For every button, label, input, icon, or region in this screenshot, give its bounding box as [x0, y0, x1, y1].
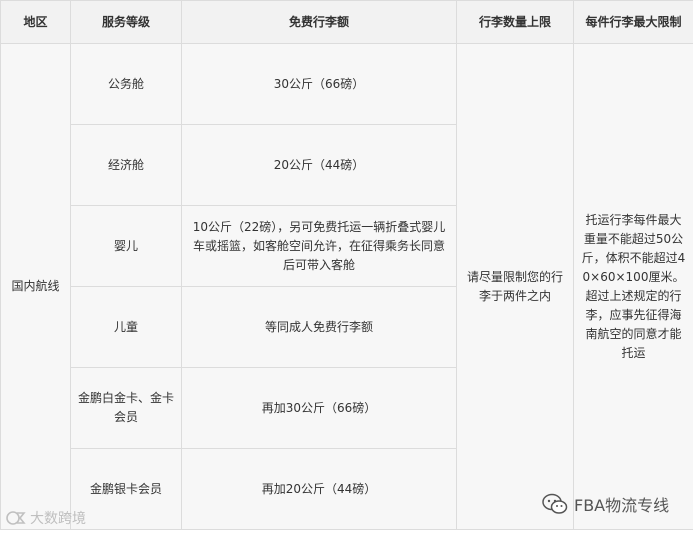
header-max-limit: 每件行李最大限制 — [573, 0, 693, 44]
baggage-allowance-table: 地区 服务等级 免费行李额 行李数量上限 每件行李最大限制 国内航线 公务舱 3… — [0, 0, 693, 530]
watermark-left: 大数跨境 — [6, 508, 86, 528]
service-level-cell: 公务舱 — [70, 43, 182, 125]
service-level-cell: 经济舱 — [70, 124, 182, 206]
header-quantity-limit: 行李数量上限 — [456, 0, 574, 44]
region-cell: 国内航线 — [0, 43, 71, 530]
service-level-cell: 金鹏银卡会员 — [70, 448, 182, 530]
allowance-cell: 等同成人免费行李额 — [181, 286, 457, 368]
allowance-cell: 再加30公斤（66磅） — [181, 367, 457, 449]
service-level-cell: 婴儿 — [70, 205, 182, 287]
max-limit-cell: 托运行李每件最大重量不能超过50公斤，体积不能超过40×60×100厘米。超过上… — [573, 43, 693, 530]
quantity-limit-cell: 请尽量限制您的行李于两件之内 — [456, 43, 574, 530]
header-free-allowance: 免费行李额 — [181, 0, 457, 44]
allowance-cell: 20公斤（44磅） — [181, 124, 457, 206]
service-level-cell: 儿童 — [70, 286, 182, 368]
watermark-left-text: 大数跨境 — [30, 511, 86, 527]
table-header-row: 地区 服务等级 免费行李额 行李数量上限 每件行李最大限制 — [0, 0, 693, 44]
allowance-cell: 30公斤（66磅） — [181, 43, 457, 125]
table-row: 国内航线 公务舱 30公斤（66磅） 请尽量限制您的行李于两件之内 托运行李每件… — [0, 43, 693, 530]
service-level-cell: 金鹏白金卡、金卡会员 — [70, 367, 182, 449]
wechat-icon — [542, 493, 568, 514]
allowance-cell: 10公斤（22磅），另可免费托运一辆折叠式婴儿车或摇篮，如客舱空间允许，在征得乘… — [181, 205, 457, 287]
header-region: 地区 — [0, 0, 71, 44]
watermark-right: FBA物流专线 — [542, 492, 669, 516]
watermark-right-text: FBA物流专线 — [574, 496, 670, 515]
header-service-level: 服务等级 — [70, 0, 182, 44]
allowance-cell: 再加20公斤（44磅） — [181, 448, 457, 530]
brand-logo-icon — [6, 511, 26, 525]
